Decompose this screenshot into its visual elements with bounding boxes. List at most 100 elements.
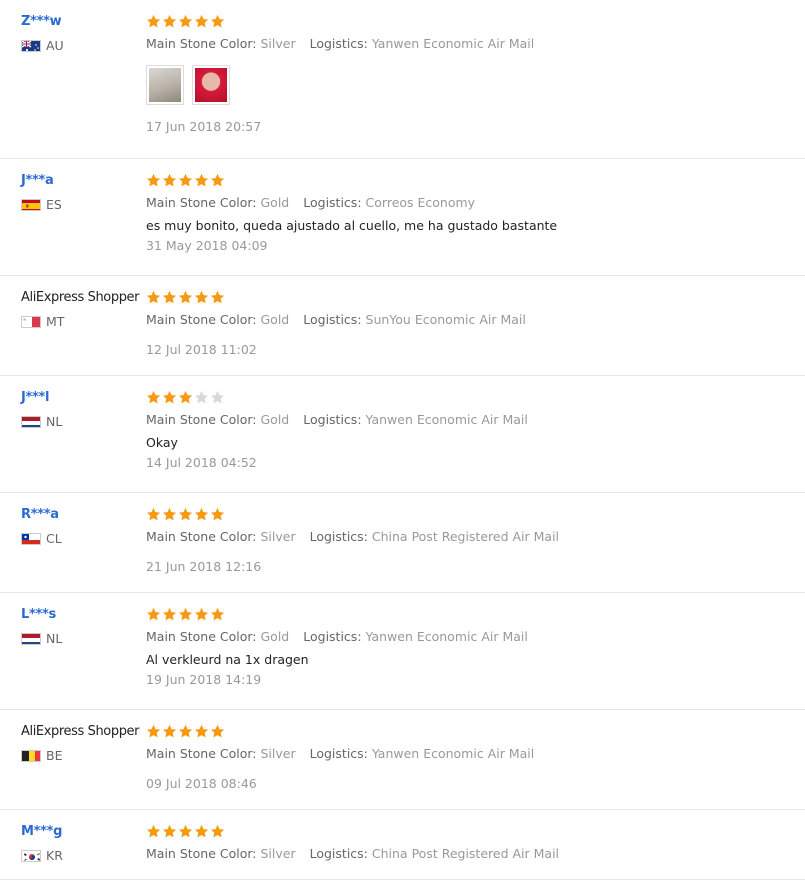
star-filled-icon [147,14,161,28]
reviewer-country: NL [21,631,146,646]
stone-color-label: Main Stone Color: [146,629,257,644]
country-code: MT [46,314,65,329]
review-attributes: Main Stone Color: Silver Logistics: Yanwe… [146,36,796,51]
logistics-label: Logistics: [309,746,368,761]
reviewer-country: MT [21,314,146,329]
logistics-label: Logistics: [303,195,362,210]
review-attributes: Main Stone Color: Silver Logistics: Yanwe… [146,746,796,761]
stone-color-value: Gold [260,195,290,210]
review-content: Main Stone Color: Silver Logistics: Yanwe… [146,14,796,134]
flag-au-icon [21,39,41,52]
star-rating [146,607,796,623]
reviewer-name[interactable]: J***l [21,390,146,405]
review-attributes: Main Stone Color: Gold Logistics: SunYou … [146,312,796,327]
review-attributes: Main Stone Color: Gold Logistics: Correos… [146,195,796,210]
reviewer-country: KR [21,848,146,863]
reviewer-name: AliExpress Shopper [21,724,140,739]
reviewer-name[interactable]: M***g [21,824,146,839]
star-rating [146,824,796,840]
star-filled-icon [179,824,193,838]
reviewer-country: BE [21,748,146,763]
star-filled-icon [211,507,225,521]
star-rating [146,173,796,189]
stone-color-label: Main Stone Color: [146,195,257,210]
reviewer-name[interactable]: Z***w [21,14,146,29]
logistics-label: Logistics: [309,529,368,544]
star-filled-icon [147,507,161,521]
country-code: CL [46,531,62,546]
reviewer-info: M***g KR [21,824,146,863]
review-attributes: Main Stone Color: Silver Logistics: China… [146,529,796,544]
stone-color-value: Silver [260,846,296,861]
review-attributes: Main Stone Color: Gold Logistics: Yanwen … [146,629,796,644]
country-code: NL [46,631,63,646]
country-code: BE [46,748,63,763]
review-content: Main Stone Color: Silver Logistics: Yanwe… [146,724,796,791]
review-date: 09 Jul 2018 08:46 [146,776,257,791]
review-attributes: Main Stone Color: Gold Logistics: Yanwen … [146,412,796,427]
review-item: R***a CL Main Stone Color: Silver Logistics… [0,493,805,593]
logistics-label: Logistics: [309,846,368,861]
star-filled-icon [163,173,177,187]
star-filled-icon [211,824,225,838]
star-filled-icon [147,173,161,187]
star-filled-icon [163,390,177,404]
review-content: Main Stone Color: Gold Logistics: Correos… [146,173,796,253]
review-date: 31 May 2018 04:09 [146,238,268,253]
stone-color-label: Main Stone Color: [146,412,257,427]
star-filled-icon [179,607,193,621]
star-filled-icon [147,290,161,304]
review-item: AliExpress Shopper BE Main Stone Color: Si… [0,710,805,810]
review-content: Main Stone Color: Gold Logistics: Yanwen … [146,607,796,687]
review-item: AliExpress Shopper MT Main Stone Color: Go… [0,276,805,376]
reviewer-name[interactable]: R***a [21,507,146,522]
reviewer-country: AU [21,38,146,53]
star-filled-icon [195,824,209,838]
review-date: 17 Jun 2018 20:57 [146,119,262,134]
star-filled-icon [195,290,209,304]
review-content: Main Stone Color: Silver Logistics: China… [146,824,796,861]
stone-color-value: Gold [260,629,290,644]
logistics-label: Logistics: [303,312,362,327]
country-code: ES [46,197,62,212]
star-filled-icon [147,607,161,621]
reviewer-name: AliExpress Shopper [21,290,140,305]
stone-color-label: Main Stone Color: [146,746,257,761]
star-filled-icon [163,824,177,838]
logistics-value: Yanwen Economic Air Mail [365,629,528,644]
review-photo-thumbnail[interactable] [146,65,184,105]
reviewer-country: NL [21,414,146,429]
reviewer-info: Z***w AU [21,14,146,53]
star-filled-icon [147,724,161,738]
review-item: M***g KR Main Stone Color: Silver Logistics… [0,810,805,880]
review-list: Z***w AU Main Stone Color: Silver Logistics… [0,0,805,880]
star-filled-icon [195,507,209,521]
reviewer-country: CL [21,531,146,546]
stone-color-value: Gold [260,312,290,327]
star-rating [146,507,796,523]
flag-es-icon [21,198,41,211]
star-filled-icon [179,173,193,187]
star-filled-icon [195,173,209,187]
logistics-value: China Post Registered Air Mail [371,846,560,861]
review-attributes: Main Stone Color: Silver Logistics: China… [146,846,796,861]
stone-color-label: Main Stone Color: [146,36,257,51]
review-photo-thumbnail[interactable] [192,65,230,105]
star-filled-icon [163,724,177,738]
flag-nl-icon [21,632,41,645]
reviewer-info: AliExpress Shopper MT [21,290,146,329]
star-rating [146,390,796,406]
star-filled-icon [163,290,177,304]
stone-color-value: Silver [260,746,296,761]
star-filled-icon [147,390,161,404]
star-rating [146,14,796,30]
logistics-label: Logistics: [303,412,362,427]
reviewer-name[interactable]: L***s [21,607,146,622]
flag-nl-icon [21,415,41,428]
star-filled-icon [195,607,209,621]
reviewer-info: L***s NL [21,607,146,646]
stone-color-label: Main Stone Color: [146,846,257,861]
review-photos [146,65,796,105]
reviewer-name[interactable]: J***a [21,173,146,188]
star-rating [146,290,796,306]
